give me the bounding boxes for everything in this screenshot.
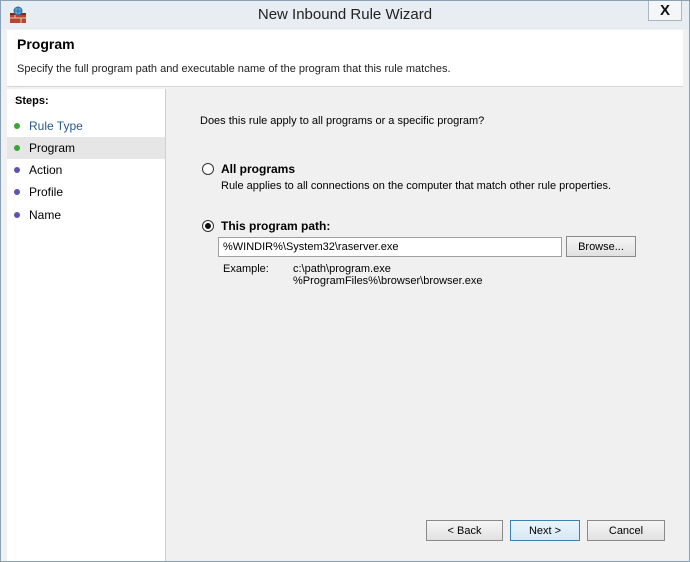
- all-programs-radio[interactable]: [202, 163, 214, 175]
- close-icon: X: [659, 2, 670, 19]
- step-label: Rule Type: [29, 119, 83, 133]
- program-path-radio[interactable]: [202, 220, 214, 232]
- close-button[interactable]: X: [648, 1, 682, 21]
- program-path-label[interactable]: This program path:: [221, 219, 330, 233]
- all-programs-description: Rule applies to all connections on the c…: [221, 180, 612, 192]
- back-button[interactable]: < Back: [426, 520, 503, 541]
- step-status-icon: [14, 189, 20, 195]
- step-status-icon: [14, 123, 20, 129]
- step-profile[interactable]: Profile: [7, 181, 165, 203]
- next-button[interactable]: Next >: [510, 520, 580, 541]
- program-path-input[interactable]: [218, 237, 562, 257]
- page-description: Specify the full program path and execut…: [17, 63, 451, 75]
- step-status-icon: [14, 212, 20, 218]
- step-label: Program: [29, 141, 76, 155]
- step-status-icon: [14, 145, 20, 151]
- example-line: %ProgramFiles%\browser\browser.exe: [293, 275, 483, 287]
- wizard-window: New Inbound Rule Wizard X Program Specif…: [0, 0, 690, 562]
- page-title: Program: [17, 36, 75, 52]
- cancel-button[interactable]: Cancel: [587, 520, 665, 541]
- wizard-header: Program Specify the full program path an…: [7, 30, 683, 87]
- step-label: Action: [29, 163, 63, 177]
- steps-label: Steps:: [15, 95, 49, 107]
- browse-button[interactable]: Browse...: [566, 236, 636, 257]
- step-name[interactable]: Name: [7, 204, 165, 226]
- steps-panel: Steps: Rule Type Program Action Profile …: [7, 89, 166, 561]
- step-rule-type[interactable]: Rule Type: [7, 115, 165, 137]
- scope-question: Does this rule apply to all programs or …: [200, 115, 485, 127]
- example-label: Example:: [223, 263, 269, 275]
- main-panel: Does this rule apply to all programs or …: [166, 89, 688, 561]
- step-label: Profile: [29, 185, 64, 199]
- step-program[interactable]: Program: [7, 137, 165, 159]
- radio-selected-dot: [205, 223, 211, 229]
- example-line: c:\path\program.exe: [293, 263, 391, 275]
- step-action[interactable]: Action: [7, 159, 165, 181]
- window-title: New Inbound Rule Wizard: [257, 6, 433, 23]
- step-label: Name: [29, 208, 62, 222]
- step-status-icon: [14, 167, 20, 173]
- all-programs-label[interactable]: All programs: [221, 162, 295, 176]
- title-bar[interactable]: New Inbound Rule Wizard X: [1, 1, 689, 29]
